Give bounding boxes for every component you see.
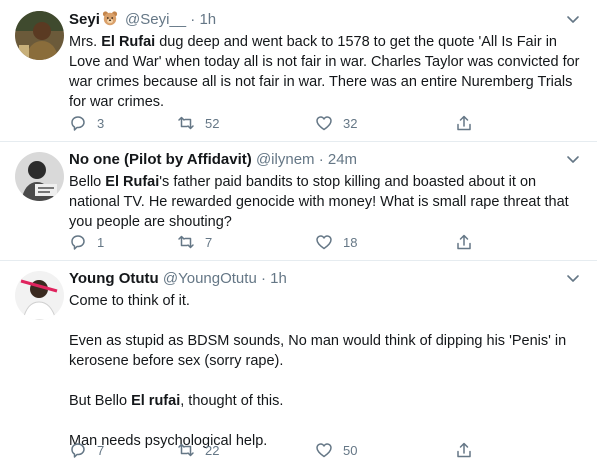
heart-icon [316,235,332,250]
retweet-icon [178,235,194,249]
tweet-text: Bello El Rufai's father paid bandits to … [69,172,585,232]
share-button[interactable] [455,439,485,461]
tweet[interactable]: Young Otutu @YoungOtutu · 1h Come to thi… [0,261,597,466]
share-icon [457,115,471,131]
tweet-header: No one (Pilot by Affidavit) @ilynem · 24… [69,150,585,170]
user-handle[interactable]: @YoungOtutu [163,270,257,287]
reply-button[interactable]: 1 [69,231,177,253]
highlighted-term: El rufai [131,393,181,409]
tweet[interactable]: Seyi @Seyi__ · 1h Mrs. El Rufai dug deep… [0,0,597,142]
retweet-button[interactable]: 7 [177,231,315,253]
tweet-text: Mrs. El Rufai dug deep and went back to … [69,32,585,112]
reply-button[interactable]: 3 [69,112,177,134]
tweet[interactable]: No one (Pilot by Affidavit) @ilynem · 24… [0,142,597,261]
chevron-down-icon[interactable] [565,151,581,167]
tweet-paragraph: Come to think of it. [69,293,190,309]
retweet-button[interactable]: 52 [177,112,315,134]
user-handle[interactable]: @ilynem [256,151,315,168]
highlighted-term: El Rufai [105,174,160,190]
like-button[interactable]: 18 [315,231,455,253]
tweet-actions: 7 22 50 [69,439,509,461]
reply-count: 7 [97,442,105,458]
reply-count: 1 [97,234,105,250]
like-count: 18 [343,234,358,250]
retweet-button[interactable]: 22 [177,439,315,461]
like-button[interactable]: 32 [315,112,455,134]
display-name[interactable]: Seyi [69,11,100,28]
tweet-actions: 1 7 18 [69,231,509,253]
reply-icon [71,443,85,458]
share-button[interactable] [455,231,485,253]
share-icon [457,442,471,458]
timestamp[interactable]: 1h [199,11,216,28]
timestamp[interactable]: 24m [328,151,357,168]
separator-dot: · [260,270,266,287]
reply-count: 3 [97,115,105,131]
tweet-feed: Seyi @Seyi__ · 1h Mrs. El Rufai dug deep… [0,0,597,466]
separator-dot: · [318,151,324,168]
bear-face-icon [102,10,118,32]
retweet-icon [178,443,194,457]
reply-icon [71,116,85,131]
tweet-text: Come to think of it. Even as stupid as B… [69,291,585,451]
tweet-paragraph: Mrs. El Rufai dug deep and went back to … [69,34,580,110]
share-button[interactable] [455,112,485,134]
like-button[interactable]: 50 [315,439,455,461]
separator-dot: · [190,11,196,28]
display-name[interactable]: Young Otutu [69,270,159,287]
avatar[interactable] [15,152,64,201]
chevron-down-icon[interactable] [565,270,581,286]
tweet-paragraph: But Bello El rufai, thought of this. [69,393,284,409]
reply-button[interactable]: 7 [69,439,177,461]
chevron-down-icon[interactable] [565,11,581,27]
retweet-count: 22 [205,442,220,458]
heart-icon [316,443,332,458]
avatar[interactable] [15,11,64,60]
display-name[interactable]: No one (Pilot by Affidavit) [69,151,252,168]
tweet-paragraph: Bello El Rufai's father paid bandits to … [69,174,569,230]
retweet-count: 52 [205,115,220,131]
timestamp[interactable]: 1h [270,270,287,287]
tweet-header: Seyi @Seyi__ · 1h [69,10,585,30]
tweet-paragraph: Even as stupid as BDSM sounds, No man wo… [69,333,567,369]
retweet-count: 7 [205,234,213,250]
like-count: 32 [343,115,358,131]
heart-icon [316,116,332,131]
share-icon [457,234,471,250]
like-count: 50 [343,442,358,458]
retweet-icon [178,116,194,130]
tweet-header: Young Otutu @YoungOtutu · 1h [69,269,585,289]
reply-icon [71,235,85,250]
tweet-actions: 3 52 32 [69,112,509,134]
highlighted-term: El Rufai [101,34,156,50]
user-handle[interactable]: @Seyi__ [125,11,186,28]
avatar[interactable] [15,271,64,320]
